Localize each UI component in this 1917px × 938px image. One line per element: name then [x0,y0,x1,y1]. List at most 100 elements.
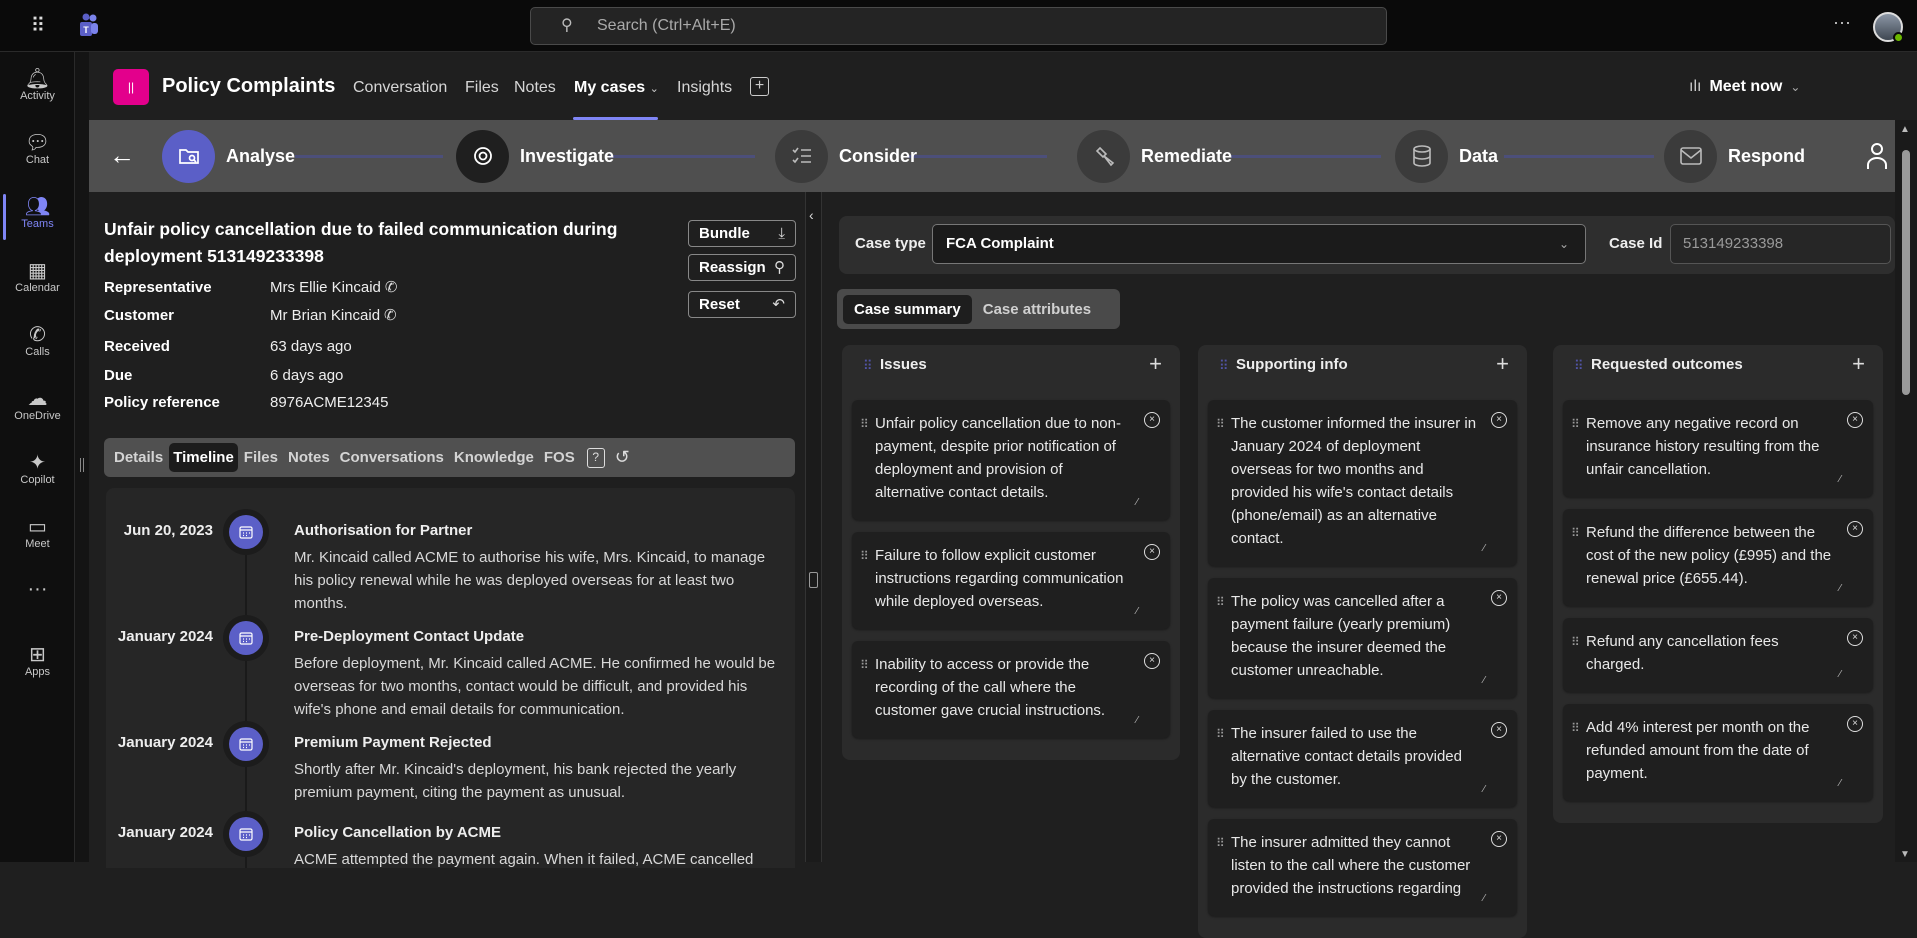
tab-conversations[interactable]: Conversations [336,443,448,472]
remove-icon[interactable]: × [1491,590,1507,606]
step-remediate[interactable]: Remediate [1077,129,1232,183]
card-text[interactable]: Inability to access or provide the recor… [875,656,1105,719]
resize-handle-icon[interactable]: ⁄ [1483,537,1485,560]
summary-card[interactable]: ⠿ The insurer admitted they cannot listen… [1208,819,1517,916]
tab-notes[interactable]: Notes [514,79,556,97]
summary-card[interactable]: ⠿ Inability to access or provide the reco… [852,641,1170,738]
tab-fos[interactable]: FOS [540,443,579,472]
tab-notes[interactable]: Notes [284,443,334,472]
rail-item-apps[interactable]: ⊞ Apps [0,636,75,696]
resize-handle-icon[interactable]: ⁄ [1839,577,1841,600]
rail-item-chat[interactable]: 💬︎ Chat [0,124,75,184]
reset-button[interactable]: Reset ↶ [688,291,796,318]
drag-handle-icon[interactable]: ⠿ [1216,723,1225,746]
rail-item-meet[interactable]: ▭ Meet [0,508,75,568]
tab-case-summary[interactable]: Case summary [843,294,972,324]
add-item-icon[interactable]: + [1852,351,1865,377]
drag-handle-icon[interactable]: ⠿ [1216,591,1225,614]
remove-icon[interactable]: × [1847,412,1863,428]
timeline[interactable]: Jun 20, 2023 Authorisation for Partner Mr.… [106,488,795,868]
scrollbar-thumb[interactable] [1902,150,1910,395]
phone-icon[interactable]: ✆ [384,307,397,324]
drag-handle-icon[interactable]: ⠿ [1219,358,1228,374]
step-consider[interactable]: Consider [775,129,917,183]
remove-icon[interactable]: × [1144,544,1160,560]
search-input[interactable]: ⚲ Search (Ctrl+Alt+E) [530,7,1387,45]
bundle-button[interactable]: Bundle ⤓ [688,220,796,247]
person-icon[interactable] [1866,142,1888,175]
summary-card[interactable]: ⠿ Remove any negative record on insurance… [1563,400,1873,497]
tab-timeline[interactable]: Timeline [169,443,238,472]
resize-handle-icon[interactable]: ⁄ [1483,669,1485,692]
tab-conversation[interactable]: Conversation [353,79,447,97]
meet-now-button[interactable]: ılı Meet now ⌄ [1689,78,1800,96]
vertical-scrollbar[interactable]: ▲ ▼ [1895,120,1917,862]
drag-handle-icon[interactable]: ⠿ [1574,358,1583,374]
drag-handle-icon[interactable]: ⠿ [1571,413,1580,436]
card-text[interactable]: Unfair policy cancellation due to non-pa… [875,415,1121,501]
drag-handle-icon[interactable]: ⠿ [1216,832,1225,855]
app-launcher-icon[interactable]: ⠿ [26,14,50,38]
card-text[interactable]: The insurer admitted they cannot listen … [1231,834,1470,897]
summary-card[interactable]: ⠿ The policy was cancelled after a paymen… [1208,578,1517,698]
collapse-left-icon[interactable]: ‹ [809,207,814,223]
resize-handle-icon[interactable]: ⁄ [1839,468,1841,491]
remove-icon[interactable]: × [1491,722,1507,738]
remove-icon[interactable]: × [1847,521,1863,537]
step-analyse[interactable]: Analyse [162,129,295,183]
tab-case-attributes[interactable]: Case attributes [972,295,1102,324]
remove-icon[interactable]: × [1144,412,1160,428]
help-icon[interactable]: ? [586,447,605,468]
tab-knowledge[interactable]: Knowledge [450,443,538,472]
tab-insights[interactable]: Insights [677,79,732,97]
phone-icon[interactable]: ✆ [385,279,398,296]
drag-handle-icon[interactable]: ⠿ [860,654,869,677]
drag-handle-icon[interactable]: ⠿ [1216,413,1225,436]
more-options-icon[interactable]: ··· [1833,12,1851,33]
user-avatar[interactable] [1873,12,1904,43]
history-icon[interactable]: ↺ [615,447,630,468]
resize-handle-icon[interactable]: ⁄ [1136,709,1138,732]
resize-handle-icon[interactable]: ⁄ [1136,491,1138,514]
step-respond[interactable]: Respond [1664,129,1805,183]
rail-item-calls[interactable]: ✆ Calls [0,316,75,376]
summary-card[interactable]: ⠿ Add 4% interest per month on the refund… [1563,704,1873,801]
rail-item-teams[interactable]: 👥︎ Teams [0,188,75,248]
scroll-down-icon[interactable]: ▼ [1900,849,1910,860]
card-text[interactable]: Refund the difference between the cost o… [1586,524,1831,587]
add-item-icon[interactable]: + [1149,351,1162,377]
drag-handle-icon[interactable]: ⠿ [860,413,869,436]
card-text[interactable]: The customer informed the insurer in Jan… [1231,415,1476,547]
summary-card[interactable]: ⠿ Refund any cancellation fees charged. × ⁄ [1563,618,1873,692]
card-text[interactable]: The policy was cancelled after a payment… [1231,593,1450,679]
panel-splitter[interactable]: ‹ [805,192,822,862]
collapse-handle[interactable] [80,458,84,472]
summary-card[interactable]: ⠿ Failure to follow explicit customer ins… [852,532,1170,629]
scroll-up-icon[interactable]: ▲ [1900,124,1910,135]
remove-icon[interactable]: × [1491,831,1507,847]
remove-icon[interactable]: × [1491,412,1507,428]
card-text[interactable]: Failure to follow explicit customer inst… [875,547,1123,610]
resize-handle-icon[interactable]: ⁄ [1839,772,1841,795]
drag-handle[interactable] [809,572,818,588]
drag-handle-icon[interactable]: ⠿ [1571,631,1580,654]
remove-icon[interactable]: × [1144,653,1160,669]
add-item-icon[interactable]: + [1496,351,1509,377]
rail-item-onedrive[interactable]: ☁ OneDrive [0,380,75,440]
resize-handle-icon[interactable]: ⁄ [1483,778,1485,801]
rail-item-copilot[interactable]: ✦ Copilot [0,444,75,504]
step-data[interactable]: Data [1395,129,1498,183]
resize-handle-icon[interactable]: ⁄ [1839,663,1841,686]
summary-card[interactable]: ⠿ The insurer failed to use the alternati… [1208,710,1517,807]
remove-icon[interactable]: × [1847,716,1863,732]
card-text[interactable]: The insurer failed to use the alternativ… [1231,725,1462,788]
summary-card[interactable]: ⠿ The customer informed the insurer in Ja… [1208,400,1517,566]
card-text[interactable]: Remove any negative record on insurance … [1586,415,1819,478]
drag-handle-icon[interactable]: ⠿ [860,545,869,568]
drag-handle-icon[interactable]: ⠿ [1571,522,1580,545]
resize-handle-icon[interactable]: ⁄ [1136,600,1138,623]
reassign-button[interactable]: Reassign ⚲ [688,254,796,281]
remove-icon[interactable]: × [1847,630,1863,646]
card-text[interactable]: Refund any cancellation fees charged. [1586,633,1779,673]
add-tab-icon[interactable]: + [750,77,769,96]
